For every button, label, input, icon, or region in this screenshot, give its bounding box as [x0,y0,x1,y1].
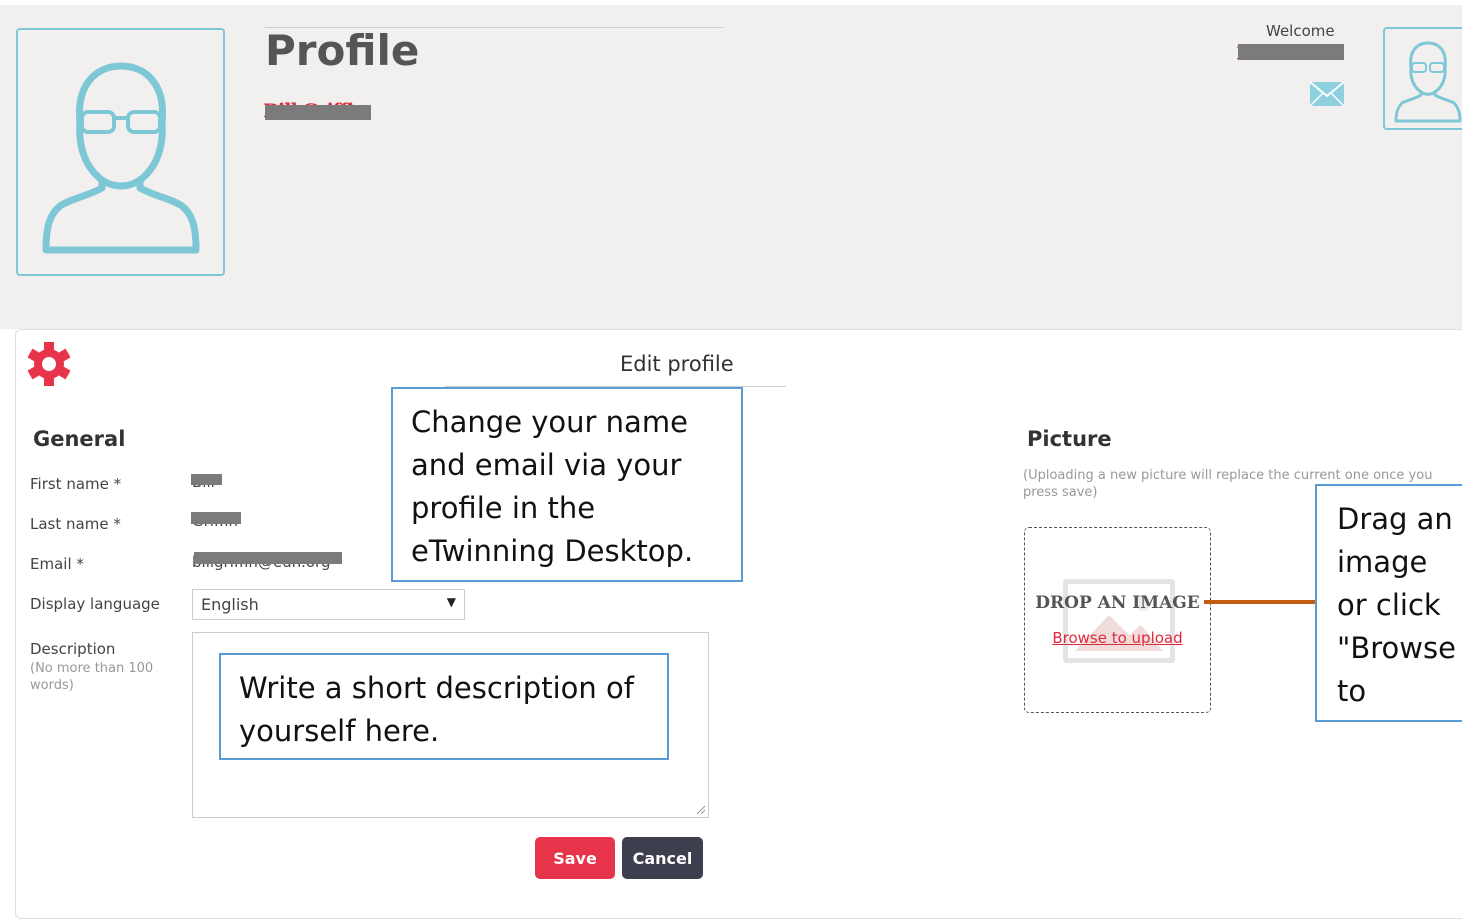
mail-icon[interactable] [1309,81,1345,107]
first-name-label: First name * [30,475,122,493]
welcome-label: Welcome [1266,22,1335,40]
last-name-label: Last name * [30,515,121,533]
drag-image-callout: Drag an image or click "Browse to upload… [1315,484,1462,722]
description-label: Description [30,640,116,658]
redaction-bar [191,474,222,485]
drop-image-label: DROP AN IMAGE [1035,593,1200,613]
display-language-value: English [201,595,259,614]
redaction-bar [191,512,241,524]
general-section-title: General [33,427,126,451]
dropdown-arrow-icon: ▼ [446,595,456,609]
email-label: Email * [30,555,84,573]
save-button[interactable]: Save [535,837,615,879]
profile-avatar [16,28,225,276]
name-email-callout: Change your name and email via your prof… [391,387,743,582]
redaction-bar [1238,44,1344,60]
callout-connector-line [1204,600,1316,604]
redaction-bar [194,552,342,564]
resize-handle-icon[interactable] [696,805,706,815]
page-title: Profile [265,26,420,75]
picture-section-title: Picture [1027,427,1112,451]
image-placeholder-icon [1063,579,1175,663]
display-language-label: Display language [30,595,160,613]
cancel-button[interactable]: Cancel [622,837,703,879]
description-callout: Write a short description of yourself he… [219,653,669,760]
image-dropzone[interactable]: DROP AN IMAGE Browse to upload [1024,527,1211,713]
user-menu-avatar[interactable] [1383,27,1462,130]
redaction-bar [265,105,371,120]
description-hint: (No more than 100 words) [30,661,154,693]
edit-profile-title: Edit profile [620,352,734,376]
user-avatar-icon [42,62,200,254]
gear-icon [27,342,71,386]
user-avatar-icon [1394,41,1462,123]
display-language-select[interactable]: English ▼ [192,589,465,620]
browse-to-upload-link[interactable]: Browse to upload [1025,629,1210,647]
